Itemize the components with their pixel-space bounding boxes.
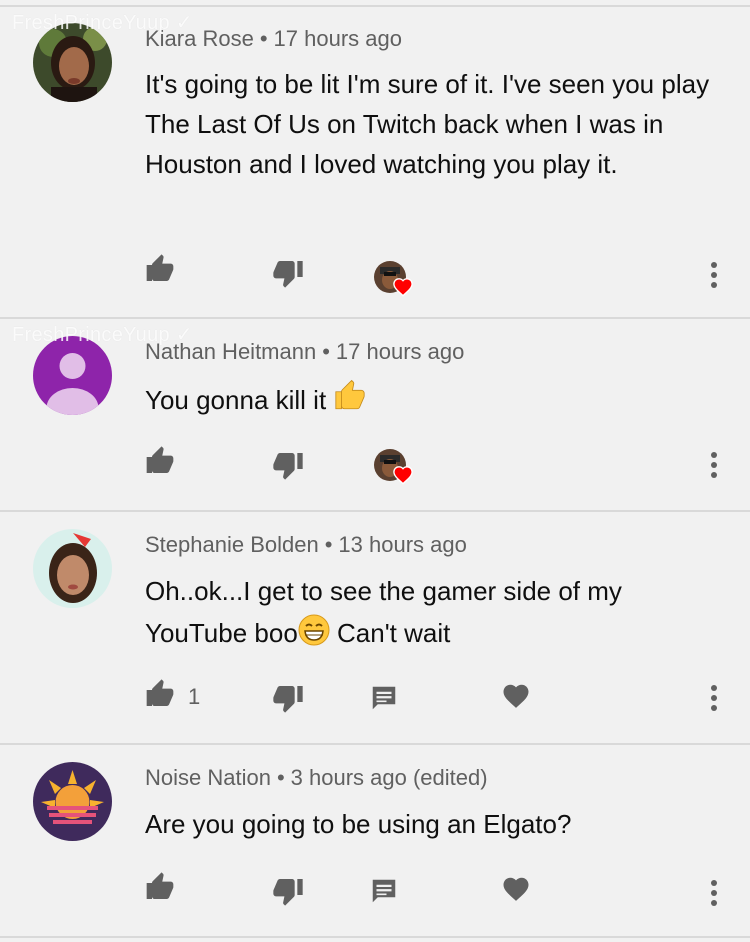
more-vert-icon	[711, 880, 717, 906]
dislike-button[interactable]	[270, 255, 306, 291]
like-button[interactable]	[142, 676, 178, 712]
comment-text-content: You gonna kill it	[145, 385, 327, 415]
thumbs-up-icon	[146, 254, 174, 281]
comment-nathan-heitmann: Nathan Heitmann • 17 hours ago You gonna k…	[0, 319, 750, 510]
comment-text: Oh..ok...I get to see the gamer side of …	[145, 570, 725, 654]
avatar[interactable]	[33, 336, 112, 415]
creator-heart-badge	[374, 449, 418, 489]
heart-button[interactable]	[498, 678, 534, 714]
comment-stephanie-bolden: Stephanie Bolden • 13 hours ago Oh..ok...I…	[0, 512, 750, 743]
thumbs-up-icon	[146, 872, 174, 899]
dislike-button[interactable]	[270, 447, 306, 483]
more-vert-icon	[711, 685, 717, 711]
thumbs-down-icon	[273, 261, 303, 288]
dislike-button[interactable]	[270, 873, 306, 909]
creator-heart-badge	[374, 261, 418, 301]
comment-text: It's going to be lit I'm sure of it. I'v…	[145, 69, 710, 179]
like-button[interactable]	[142, 443, 178, 479]
heart-icon	[503, 684, 529, 708]
more-options-button[interactable]	[698, 875, 730, 911]
more-options-button[interactable]	[698, 447, 730, 483]
separator-dot: •	[259, 26, 268, 51]
author-name[interactable]: Kiara Rose	[145, 26, 254, 51]
comment-meta: Nathan Heitmann • 17 hours ago	[145, 339, 464, 365]
avatar[interactable]	[33, 23, 112, 102]
comment-actions	[0, 251, 750, 297]
like-button[interactable]	[142, 251, 178, 287]
reply-icon	[372, 686, 396, 710]
comment-noise-nation: Noise Nation • 3 hours ago (edited) Are yo…	[0, 745, 750, 936]
comment-text-part: YouTube boo	[145, 618, 298, 648]
thumbs-up-emoji	[335, 379, 366, 410]
heart-icon	[393, 466, 413, 485]
thumbs-down-icon	[273, 879, 303, 906]
more-options-button[interactable]	[698, 680, 730, 716]
comment-kiara-rose: Kiara Rose • 17 hours ago It's going to be…	[0, 7, 750, 317]
comment-meta: Noise Nation • 3 hours ago (edited)	[145, 765, 488, 791]
reply-button[interactable]	[366, 680, 402, 716]
author-name[interactable]: Stephanie Bolden	[145, 532, 319, 557]
comment-text: Are you going to be using an Elgato?	[145, 809, 572, 839]
grinning-emoji	[298, 614, 330, 646]
comment-time[interactable]: 17 hours ago	[274, 26, 402, 51]
thumbs-up-icon	[146, 446, 174, 473]
reply-icon	[372, 879, 396, 903]
more-vert-icon	[711, 452, 717, 478]
comment-text-part: Can't wait	[329, 618, 451, 648]
thumbs-down-icon	[273, 453, 303, 480]
like-button[interactable]	[142, 869, 178, 905]
separator-dot: •	[324, 532, 333, 557]
avatar[interactable]	[33, 529, 112, 608]
heart-icon	[393, 278, 413, 297]
dislike-button[interactable]	[270, 680, 306, 716]
comment-text-line: YouTube boo Can't wait	[145, 612, 725, 654]
divider	[0, 936, 750, 938]
heart-icon	[503, 877, 529, 901]
author-name[interactable]: Noise Nation	[145, 765, 271, 790]
comment-text: You gonna kill it	[145, 379, 725, 420]
heart-button[interactable]	[498, 871, 534, 907]
thumbs-down-icon	[273, 686, 303, 713]
separator-dot: •	[322, 339, 330, 364]
author-name[interactable]: Nathan Heitmann	[145, 339, 316, 364]
thumbs-up-icon	[146, 679, 174, 706]
comment-meta: Stephanie Bolden • 13 hours ago	[145, 532, 467, 558]
more-options-button[interactable]	[698, 257, 730, 293]
comment-time[interactable]: 17 hours ago	[336, 339, 464, 364]
avatar[interactable]	[33, 762, 112, 841]
comment-text-line: Oh..ok...I get to see the gamer side of …	[145, 576, 622, 606]
comment-actions: 1	[0, 676, 750, 716]
comment-time[interactable]: 13 hours ago	[338, 532, 466, 557]
comment-actions	[0, 443, 750, 485]
like-count: 1	[188, 684, 201, 709]
separator-dot: •	[276, 765, 285, 790]
comment-time[interactable]: 3 hours ago (edited)	[291, 765, 488, 790]
reply-button[interactable]	[366, 873, 402, 909]
comment-meta: Kiara Rose • 17 hours ago	[145, 26, 402, 52]
more-vert-icon	[711, 262, 717, 288]
comment-actions	[0, 869, 750, 909]
